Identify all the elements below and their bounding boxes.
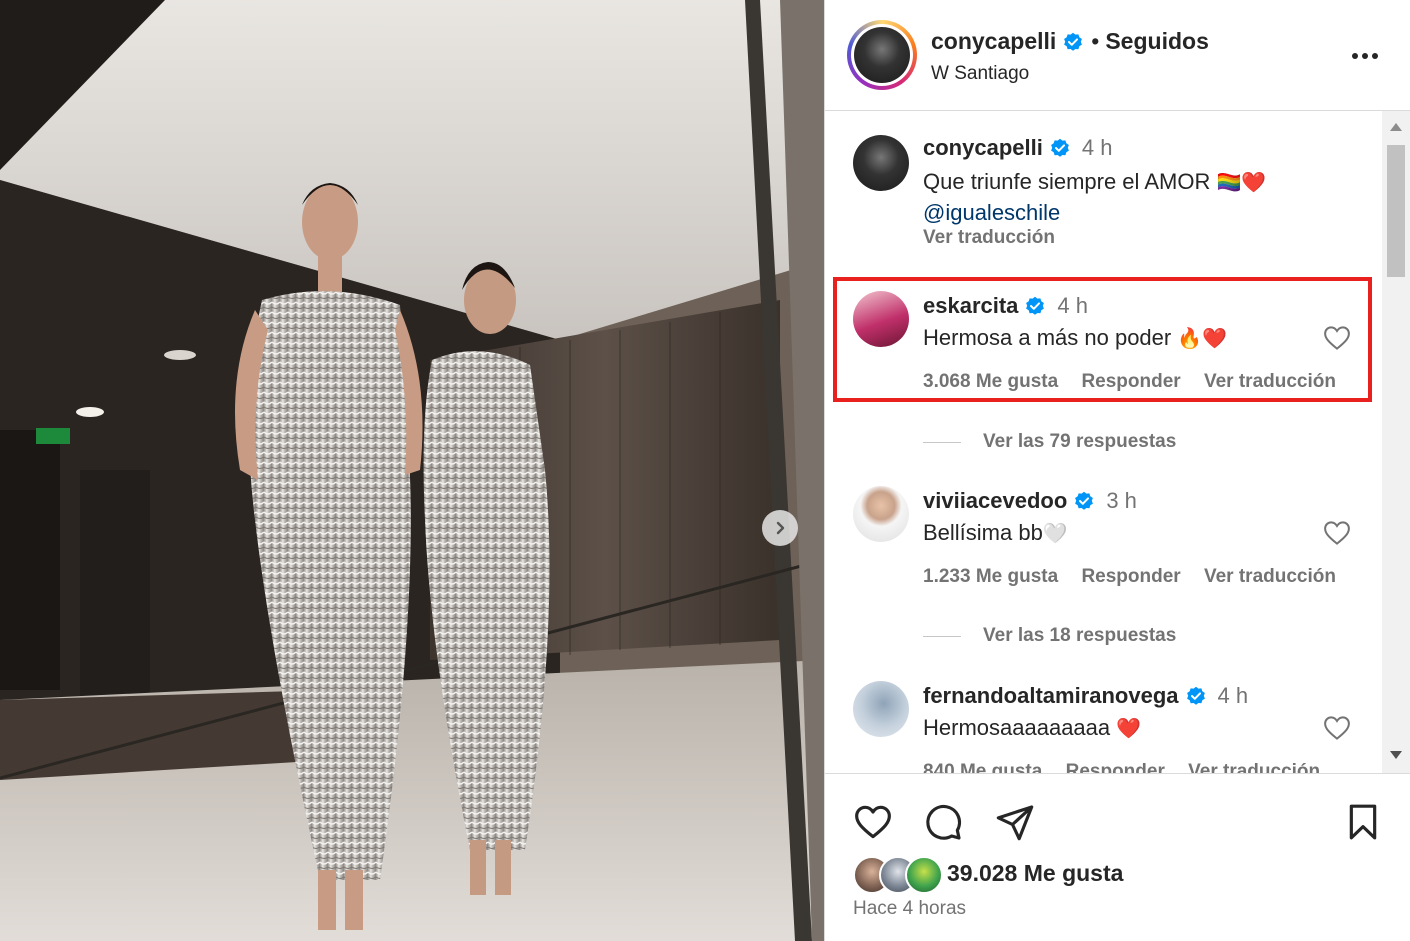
comment-author[interactable]: eskarcita	[923, 293, 1018, 319]
comment-likes-count[interactable]: 1.233 Me gusta	[923, 566, 1058, 587]
bookmark-icon	[1349, 804, 1377, 840]
scroll-down-arrow-icon[interactable]	[1390, 751, 1402, 759]
replies-divider	[923, 635, 961, 637]
comment-icon	[926, 804, 962, 840]
separator-dot: •	[1091, 28, 1100, 54]
comment-likes-count[interactable]: 3.068 Me gusta	[923, 371, 1058, 392]
comment-text-row: Bellísima bb🤍	[923, 520, 1068, 546]
author-username[interactable]: conycapelli	[931, 28, 1056, 55]
post-time-ago[interactable]: Hace 4 horas	[853, 898, 966, 920]
replies-divider	[923, 441, 961, 443]
caption-text: Que triunfe siempre el AMOR	[923, 169, 1211, 194]
like-button[interactable]	[851, 800, 895, 844]
caption-translate-link[interactable]: Ver traducción	[923, 227, 1055, 249]
comment-item: fernandoaltamiranovega 4 h Hermosaaaaaaa…	[825, 671, 1381, 773]
caption-author[interactable]: conycapelli	[923, 135, 1043, 161]
comment-time[interactable]: 4 h	[1218, 683, 1249, 709]
scrollbar-thumb[interactable]	[1387, 145, 1405, 277]
post-location[interactable]: W Santiago	[931, 63, 1029, 85]
view-replies-button[interactable]: Ver las 79 respuestas	[923, 431, 1176, 453]
comment-time[interactable]: 4 h	[1057, 293, 1088, 319]
comment-likes-count[interactable]: 840 Me gusta	[923, 761, 1042, 773]
author-avatar[interactable]	[847, 20, 917, 90]
caption-emoji: 🏳️‍🌈❤️	[1216, 172, 1267, 194]
comment-reply-button[interactable]: Responder	[1081, 566, 1180, 587]
comment-time[interactable]: 3 h	[1106, 488, 1137, 514]
post-side-panel: conycapelli • Seguidos W Santiago conyca…	[824, 0, 1410, 941]
verified-badge-icon	[1026, 296, 1045, 315]
comment-text: Hermosa a más no poder	[923, 325, 1172, 350]
comment-button[interactable]	[921, 800, 965, 844]
chevron-right-icon	[776, 521, 785, 535]
comments-scrollbar[interactable]	[1382, 111, 1410, 773]
comment-author-row: eskarcita 4 h	[923, 293, 1088, 319]
follow-status-button[interactable]: Seguidos	[1105, 28, 1209, 55]
comment-like-heart-icon[interactable]	[1322, 518, 1352, 548]
comment-translate-link[interactable]: Ver traducción	[1204, 566, 1336, 587]
comment-author-row: viviiacevedoo 3 h	[923, 488, 1137, 514]
comment-reply-button[interactable]: Responder	[1081, 371, 1180, 392]
caption-author-avatar[interactable]	[853, 135, 909, 191]
comment-emoji: ❤️	[1116, 718, 1142, 740]
comment-emoji: 🤍	[1042, 523, 1068, 545]
caption: conycapelli 4 h Que triunfe siempre el A…	[825, 111, 1381, 261]
more-options-icon	[1352, 53, 1378, 59]
heart-icon	[855, 805, 891, 839]
comment-author-avatar[interactable]	[853, 291, 909, 347]
caption-author-row: conycapelli 4 h	[923, 135, 1112, 161]
comment-meta: 3.068 Me gusta Responder Ver traducción	[923, 371, 1354, 393]
comment-meta: 840 Me gusta Responder Ver traducción	[923, 761, 1338, 773]
comment-like-heart-icon[interactable]	[1322, 323, 1352, 353]
post-photo[interactable]	[0, 0, 824, 941]
comment-text: Hermosaaaaaaaaa	[923, 715, 1111, 740]
comment-text: Bellísima bb	[923, 520, 1043, 545]
comment-like-heart-icon[interactable]	[1322, 713, 1352, 743]
comment-emoji: 🔥❤️	[1177, 328, 1228, 350]
view-replies-label: Ver las 79 respuestas	[983, 431, 1177, 452]
author-row: conycapelli • Seguidos	[931, 28, 1209, 55]
comment-author[interactable]: fernandoaltamiranovega	[923, 683, 1179, 709]
share-button[interactable]	[993, 800, 1037, 844]
post-header: conycapelli • Seguidos W Santiago	[825, 0, 1410, 111]
comment-item: viviiacevedoo 3 h Bellísima bb🤍 1.233 Me…	[825, 476, 1381, 646]
comment-author-row: fernandoaltamiranovega 4 h	[923, 683, 1248, 709]
comment-author-avatar[interactable]	[853, 486, 909, 542]
comment-translate-link[interactable]: Ver traducción	[1204, 371, 1336, 392]
view-replies-button[interactable]: Ver las 18 respuestas	[923, 625, 1176, 647]
comment-author[interactable]: viviiacevedoo	[923, 488, 1067, 514]
comment-reply-button[interactable]: Responder	[1066, 761, 1165, 773]
verified-badge-icon	[1050, 138, 1069, 157]
verified-badge-icon	[1064, 32, 1083, 51]
more-options-button[interactable]	[1349, 40, 1381, 72]
caption-text-row: Que triunfe siempre el AMOR 🏳️‍🌈❤️	[923, 169, 1266, 195]
view-replies-label: Ver las 18 respuestas	[983, 625, 1177, 646]
caption-time[interactable]: 4 h	[1082, 135, 1113, 161]
comments-list[interactable]: conycapelli 4 h Que triunfe siempre el A…	[825, 111, 1381, 773]
comment-text-row: Hermosa a más no poder 🔥❤️	[923, 325, 1227, 351]
comment-meta: 1.233 Me gusta Responder Ver traducción	[923, 566, 1354, 588]
post-likes-count[interactable]: 39.028 Me gusta	[947, 860, 1123, 887]
caption-mention-link[interactable]: @igualeschile	[923, 200, 1060, 226]
liker-avatars[interactable]	[853, 856, 949, 894]
comment-item: eskarcita 4 h Hermosa a más no poder 🔥❤️…	[825, 281, 1381, 453]
scroll-up-arrow-icon[interactable]	[1390, 123, 1402, 131]
verified-badge-icon	[1075, 491, 1094, 510]
comment-translate-link[interactable]: Ver traducción	[1188, 761, 1320, 773]
verified-badge-icon	[1186, 686, 1205, 705]
comment-text-row: Hermosaaaaaaaaa ❤️	[923, 715, 1141, 741]
post-actions: 39.028 Me gusta Hace 4 horas	[825, 773, 1410, 941]
comment-author-avatar[interactable]	[853, 681, 909, 737]
liker-avatar	[905, 856, 943, 894]
save-button[interactable]	[1341, 800, 1385, 844]
share-icon	[996, 805, 1034, 841]
next-photo-button[interactable]	[762, 510, 798, 546]
post-image	[0, 0, 824, 941]
